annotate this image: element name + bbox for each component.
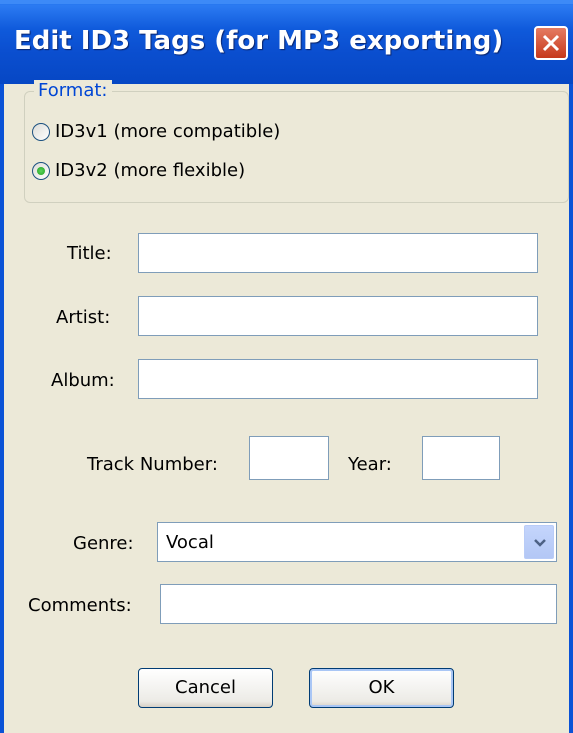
year-label: Year: [348, 454, 392, 475]
radio-id3v1-label[interactable]: ID3v1 (more compatible) [55, 121, 280, 142]
radio-id3v1[interactable]: ID3v1 (more compatible) [32, 121, 280, 142]
format-legend: Format: [34, 80, 112, 101]
cancel-button[interactable]: Cancel [138, 668, 273, 708]
track-number-field[interactable] [249, 436, 329, 480]
close-button[interactable] [534, 26, 568, 60]
ok-button[interactable]: OK [309, 668, 454, 708]
radio-id3v2-circle[interactable] [32, 161, 50, 180]
chevron-down-icon [534, 539, 546, 547]
genre-value: Vocal [166, 532, 214, 553]
format-groupbox [24, 91, 569, 203]
genre-dropdown-button[interactable] [524, 525, 554, 559]
title-label: Title: [67, 243, 112, 264]
radio-id3v2-label[interactable]: ID3v2 (more flexible) [55, 160, 245, 181]
window-title: Edit ID3 Tags (for MP3 exporting) [14, 26, 504, 56]
window-frame-right [569, 84, 573, 733]
radio-id3v2[interactable]: ID3v2 (more flexible) [32, 160, 245, 181]
title-field[interactable] [138, 233, 538, 273]
year-field[interactable] [422, 436, 500, 480]
close-icon [542, 34, 560, 52]
comments-label: Comments: [28, 595, 132, 616]
artist-field[interactable] [138, 296, 538, 336]
track-number-label: Track Number: [87, 454, 218, 475]
radio-id3v1-circle[interactable] [32, 122, 50, 141]
genre-select[interactable]: Vocal [157, 522, 557, 562]
genre-label: Genre: [73, 533, 134, 554]
window-frame-left [0, 84, 4, 733]
artist-label: Artist: [56, 307, 111, 328]
album-field[interactable] [138, 359, 538, 399]
comments-field[interactable] [160, 584, 557, 624]
album-label: Album: [51, 370, 115, 391]
title-bar[interactable]: Edit ID3 Tags (for MP3 exporting) [0, 0, 573, 84]
